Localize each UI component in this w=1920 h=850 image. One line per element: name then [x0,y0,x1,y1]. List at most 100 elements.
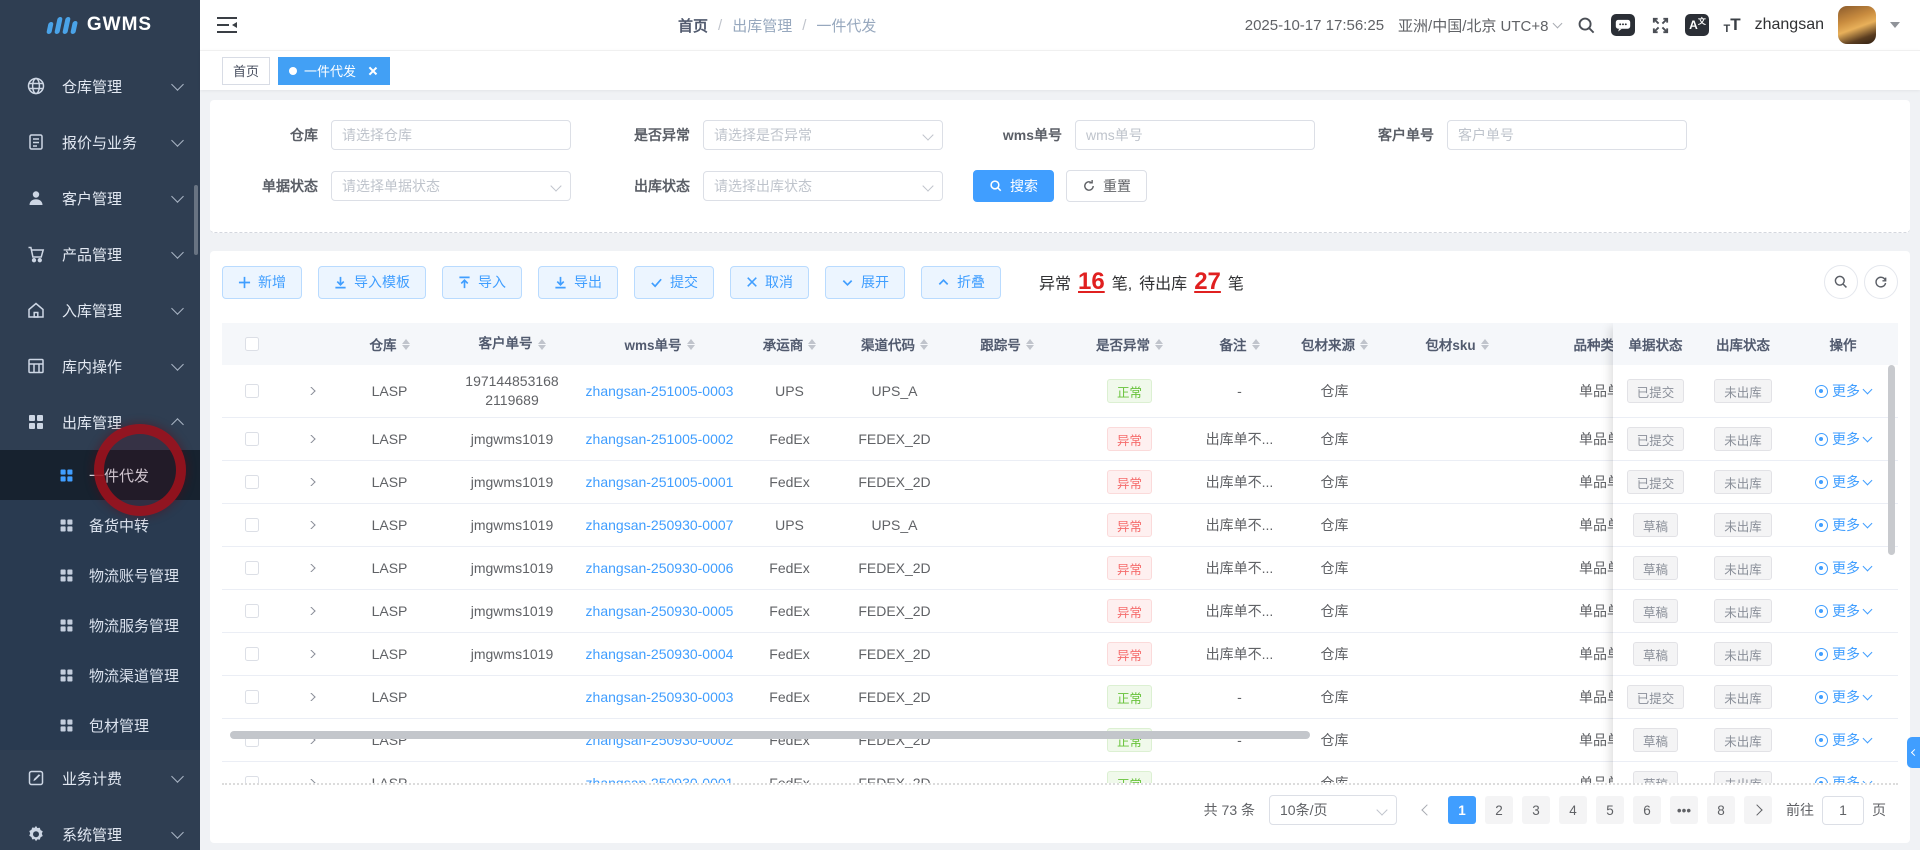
wms-no-link[interactable]: zhangsan-251005-0002 [586,431,734,447]
sidebar-submenu-item-logistics-channels[interactable]: 物流渠道管理 [0,650,200,700]
page-size-select[interactable]: 10条/页 [1269,795,1397,825]
horizontal-scrollbar[interactable] [230,731,1310,739]
page-button[interactable]: 6 [1633,796,1661,824]
sidebar-item-warehouse-ops[interactable]: 库内操作 [0,338,200,394]
reset-button[interactable]: 重置 [1066,170,1147,202]
wms-no-link[interactable]: zhangsan-250930-0001 [586,775,734,783]
row-checkbox[interactable] [222,604,282,618]
more-actions-button[interactable]: 更多 [1815,472,1871,492]
more-actions-button[interactable]: 更多 [1815,601,1871,621]
search-button[interactable]: 搜索 [973,170,1054,202]
col-remark[interactable]: 备注 [1192,323,1287,365]
sidebar-submenu-item-stock-transfer[interactable]: 备货中转 [0,500,200,550]
out-status-select[interactable]: 请选择出库状态 [703,171,943,201]
avatar[interactable] [1838,6,1876,44]
user-menu-caret-icon[interactable] [1890,22,1900,28]
row-expand[interactable] [282,607,337,615]
wms-no-link[interactable]: zhangsan-250930-0006 [586,560,734,576]
table-refresh-icon[interactable] [1864,265,1898,299]
wms-no-input[interactable] [1075,120,1315,150]
sidebar-item-customers[interactable]: 客户管理 [0,170,200,226]
abnormal-select[interactable]: 请选择是否异常 [703,120,943,150]
sidebar-submenu-item-logistics-accounts[interactable]: 物流账号管理 [0,550,200,600]
col-wms-no[interactable]: wms单号 [582,323,737,365]
row-expand[interactable] [282,564,337,572]
sidebar-item-inbound[interactable]: 入库管理 [0,282,200,338]
breadcrumb-item-home[interactable]: 首页 [678,15,708,36]
sidebar-item-billing[interactable]: 业务计费 [0,750,200,806]
col-pkg-sku[interactable]: 包材sku [1382,323,1532,365]
wms-no-link[interactable]: zhangsan-250930-0005 [586,603,734,619]
translate-icon[interactable]: A文 [1685,14,1709,36]
col-channel[interactable]: 渠道代码 [842,323,947,365]
row-expand[interactable] [282,693,337,701]
search-icon[interactable] [1575,14,1597,36]
col-doc-status[interactable]: 单据状态 [1613,323,1698,365]
menu-fold-icon[interactable] [216,16,238,34]
submit-button[interactable]: 提交 [634,266,714,299]
more-actions-button[interactable]: 更多 [1815,381,1871,401]
sidebar-submenu-item-logistics-services[interactable]: 物流服务管理 [0,600,200,650]
warehouse-select[interactable]: 请选择仓库 [331,120,571,150]
sidebar-item-products[interactable]: 产品管理 [0,226,200,282]
row-checkbox[interactable] [222,475,282,489]
sort-icon[interactable] [538,339,546,350]
page-button[interactable]: 8 [1707,796,1735,824]
page-button[interactable]: 5 [1596,796,1624,824]
expand-button[interactable]: 展开 [825,266,905,299]
row-checkbox[interactable] [222,776,282,783]
breadcrumb-item-dropship[interactable]: 一件代发 [816,15,876,36]
goto-page-input[interactable] [1822,796,1864,825]
customer-no-input[interactable] [1447,120,1687,150]
table-search-icon[interactable] [1824,265,1858,299]
more-actions-button[interactable]: 更多 [1815,644,1871,664]
export-button[interactable]: 导出 [538,266,618,299]
col-pkg-source[interactable]: 包材来源 [1287,323,1382,365]
cancel-button[interactable]: 取消 [730,266,809,299]
sort-icon[interactable] [1026,339,1034,350]
row-checkbox[interactable] [222,432,282,446]
col-warehouse[interactable]: 仓库 [337,323,442,365]
page-button[interactable]: 4 [1559,796,1587,824]
right-edge-collapse-handle[interactable] [1907,737,1920,768]
col-customer-no[interactable]: 客户单号 [442,323,582,365]
page-button[interactable]: 1 [1448,796,1476,824]
sort-icon[interactable] [808,339,816,350]
tab-dropship[interactable]: 一件代发 [278,57,390,85]
breadcrumb-item-outbound[interactable]: 出库管理 [732,15,792,36]
row-expand[interactable] [282,435,337,443]
sidebar-item-warehouse-mgmt[interactable]: 仓库管理 [0,58,200,114]
row-checkbox[interactable] [222,647,282,661]
prev-page-button[interactable] [1411,796,1439,824]
import-template-button[interactable]: 导入模板 [318,266,426,299]
sort-icon[interactable] [1155,339,1163,350]
more-pages-button[interactable]: ••• [1670,796,1698,824]
wms-no-link[interactable]: zhangsan-250930-0003 [586,689,734,705]
more-actions-button[interactable]: 更多 [1815,558,1871,578]
select-all-checkbox[interactable] [222,323,282,365]
add-button[interactable]: 新增 [222,266,302,299]
col-abnormal[interactable]: 是否异常 [1067,323,1192,365]
row-expand[interactable] [282,387,337,395]
more-actions-button[interactable]: 更多 [1815,515,1871,535]
page-button[interactable]: 3 [1522,796,1550,824]
col-carrier[interactable]: 承运商 [737,323,842,365]
sidebar-scrollbar[interactable] [194,185,198,255]
collapse-button[interactable]: 折叠 [921,266,1001,299]
row-expand[interactable] [282,779,337,783]
page-button[interactable]: 2 [1485,796,1513,824]
row-expand[interactable] [282,478,337,486]
sidebar-item-system[interactable]: 系统管理 [0,806,200,850]
message-icon[interactable] [1611,14,1635,36]
tab-home[interactable]: 首页 [222,57,270,85]
sidebar-submenu-item-packaging[interactable]: 包材管理 [0,700,200,750]
more-actions-button[interactable]: 更多 [1815,773,1871,783]
sort-icon[interactable] [1252,339,1260,350]
sort-icon[interactable] [1360,339,1368,350]
sort-icon[interactable] [402,339,410,350]
more-actions-button[interactable]: 更多 [1815,429,1871,449]
row-checkbox[interactable] [222,384,282,398]
sidebar-submenu-item-dropship[interactable]: 一件代发 [0,450,200,500]
row-expand[interactable] [282,521,337,529]
row-checkbox[interactable] [222,561,282,575]
